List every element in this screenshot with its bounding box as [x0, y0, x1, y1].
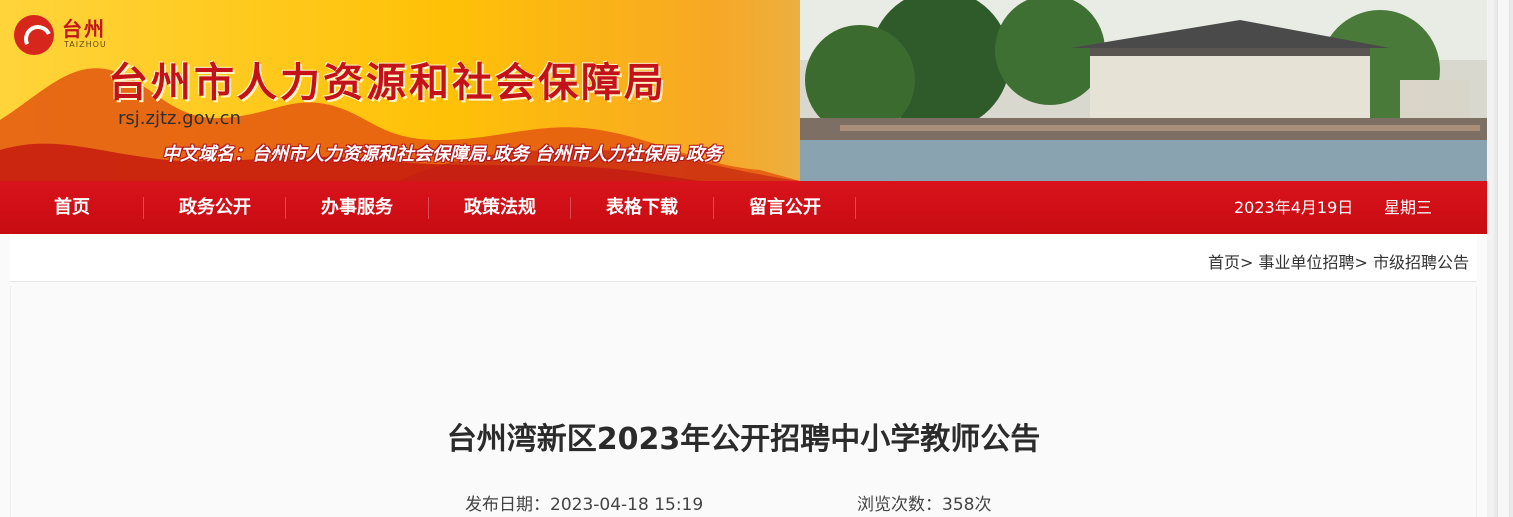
temple-lake-image [800, 0, 1487, 181]
nav-divider [570, 197, 571, 219]
logo-subtext: TAIZHOU [64, 40, 107, 49]
article-title: 台州湾新区2023年公开招聘中小学教师公告 [446, 422, 1041, 457]
article-panel [10, 286, 1477, 517]
scrollbar-thumb[interactable] [1497, 0, 1510, 517]
publish-date: 发布日期：2023-04-18 15:19 [465, 495, 704, 515]
nav-divider [428, 197, 429, 219]
breadcrumb: 首页> 事业单位招聘> 市级招聘公告 [1208, 234, 1469, 282]
breadcrumb-separator: > [1239, 253, 1254, 272]
breadcrumb-separator: > [1354, 253, 1368, 272]
breadcrumb-home[interactable]: 首页 [1208, 253, 1240, 272]
current-weekday: 星期三 [1384, 198, 1433, 217]
breadcrumb-recruitment[interactable]: 事业单位招聘 [1258, 253, 1354, 272]
chinese-domain: 中文域名：台州市人力资源和社会保障局.政务 台州市人力社保局.政务 [162, 144, 722, 165]
logo-text: 台州 [62, 17, 106, 41]
nav-item-policies[interactable]: 政策法规 [443, 181, 557, 234]
main-nav: 首页 政务公开 办事服务 政策法规 表格下载 留言公开 2023年4月19日 星… [0, 181, 1487, 234]
current-date: 2023年4月19日 [1234, 198, 1354, 217]
nav-divider [143, 197, 144, 219]
nav-item-downloads[interactable]: 表格下载 [585, 181, 699, 234]
nav-item-government-affairs[interactable]: 政务公开 [158, 181, 272, 234]
banner-photo [800, 0, 1487, 181]
site-title: 台州市人力资源和社会保障局 [108, 60, 667, 106]
breadcrumb-city-announcements[interactable]: 市级招聘公告 [1373, 253, 1469, 272]
logo-icon [14, 15, 54, 55]
nav-item-messages[interactable]: 留言公开 [728, 181, 842, 234]
breadcrumb-bar: 首页> 事业单位招聘> 市级招聘公告 [10, 234, 1477, 282]
nav-item-services[interactable]: 办事服务 [300, 181, 414, 234]
site-domain: rsj.zjtz.gov.cn [118, 108, 241, 129]
view-count: 浏览次数：358次 [857, 495, 992, 515]
site-banner: 台州 TAIZHOU 台州市人力资源和社会保障局 rsj.zjtz.gov.cn… [0, 0, 1487, 181]
nav-item-home[interactable]: 首页 [30, 181, 114, 234]
page: 台州 TAIZHOU 台州市人力资源和社会保障局 rsj.zjtz.gov.cn… [0, 0, 1487, 517]
nav-divider [855, 197, 856, 219]
nav-divider [285, 197, 286, 219]
nav-divider [713, 197, 714, 219]
vertical-scrollbar[interactable] [1494, 0, 1513, 517]
